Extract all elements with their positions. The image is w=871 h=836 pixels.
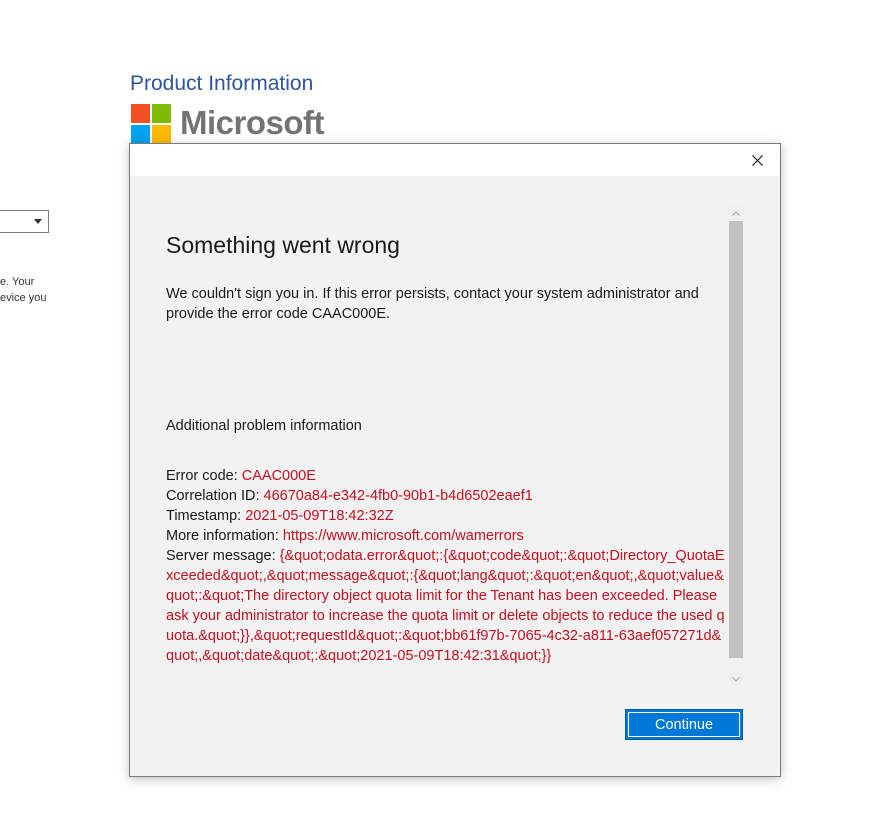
more-info-label: More information: xyxy=(166,528,283,544)
server-message-value: {&quot;odata.error&quot;:{&quot;code&quo… xyxy=(166,548,725,664)
scroll-up-button[interactable] xyxy=(728,205,744,221)
more-info-row: More information: https://www.microsoft.… xyxy=(166,526,729,546)
additional-info-title: Additional problem information xyxy=(166,418,362,434)
background-dropdown[interactable] xyxy=(0,210,49,233)
error-code-value: CAAC000E xyxy=(241,468,316,484)
scroll-down-button[interactable] xyxy=(728,671,744,687)
correlation-id-value: 46670a84-e342-4fb0-90b1-b4d6502eaef1 xyxy=(263,488,533,504)
correlation-id-row: Correlation ID: 46670a84-e342-4fb0-90b1-… xyxy=(166,486,729,506)
chevron-up-icon xyxy=(732,210,740,216)
correlation-id-label: Correlation ID: xyxy=(166,488,264,504)
error-code-label: Error code: xyxy=(166,468,242,484)
timestamp-value: 2021-05-09T18:42:32Z xyxy=(245,508,394,524)
timestamp-row: Timestamp: 2021-05-09T18:42:32Z xyxy=(166,506,729,526)
product-information-title: Product Information xyxy=(130,72,314,95)
server-message-label: Server message: xyxy=(166,548,280,564)
dialog-titlebar xyxy=(130,144,780,176)
more-info-link[interactable]: https://www.microsoft.com/wamerrors xyxy=(283,528,524,544)
close-button[interactable] xyxy=(734,144,780,176)
error-details: Error code: CAAC000E Correlation ID: 466… xyxy=(166,466,729,666)
chevron-down-icon xyxy=(732,676,740,682)
background-text-line-2: evice you xyxy=(0,292,47,304)
server-message-row: Server message: {&quot;odata.error&quot;… xyxy=(166,546,729,666)
microsoft-wordmark: Microsoft xyxy=(180,104,325,141)
error-dialog: Something went wrong We couldn't sign yo… xyxy=(129,143,781,777)
close-icon xyxy=(751,154,763,166)
continue-button[interactable]: Continue xyxy=(625,709,743,740)
microsoft-logo-icon xyxy=(131,104,172,145)
error-code-row: Error code: CAAC000E xyxy=(166,466,729,486)
dialog-heading: Something went wrong xyxy=(166,232,400,258)
timestamp-label: Timestamp: xyxy=(166,508,246,524)
error-message: We couldn't sign you in. If this error p… xyxy=(166,286,699,322)
chevron-down-icon xyxy=(34,219,42,224)
vertical-scrollbar[interactable] xyxy=(728,205,744,687)
background-text-line-1: e. Your xyxy=(0,276,35,288)
scrollbar-thumb[interactable] xyxy=(729,221,743,658)
